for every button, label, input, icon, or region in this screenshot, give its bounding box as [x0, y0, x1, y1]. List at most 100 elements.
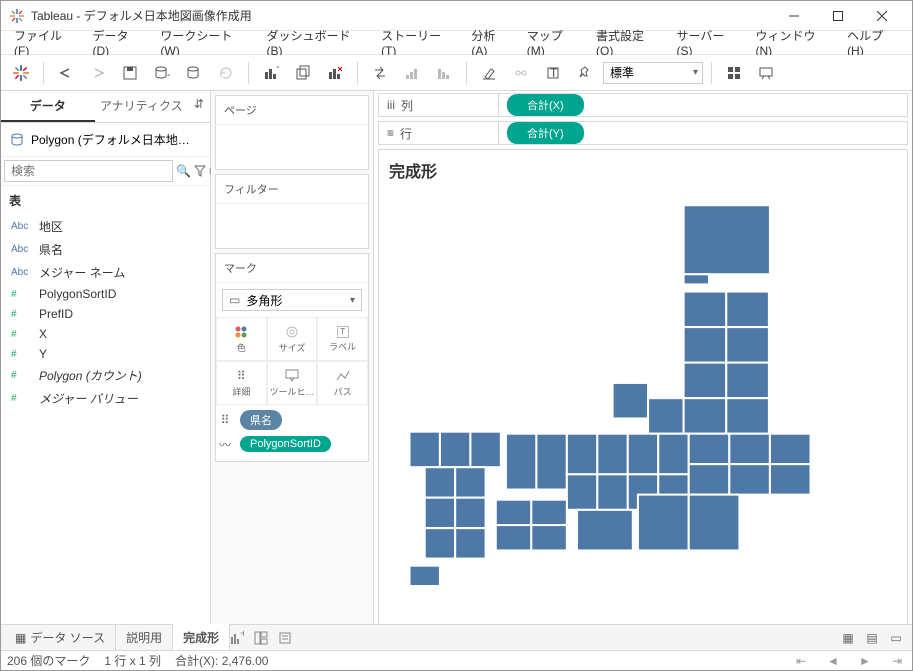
mark-size-button[interactable]: サイズ	[267, 317, 318, 361]
datasource-name: Polygon (デフォルメ日本地…	[31, 131, 190, 148]
status-dims: 1 行 x 1 列	[104, 652, 161, 669]
detail-icon: ⠿	[237, 369, 246, 383]
sheet-tabs: ▦データ ソース 説明用 完成形 + ▦ ▤ ▭	[1, 624, 912, 650]
measure-field[interactable]: #Polygon (カウント)	[5, 364, 206, 387]
tooltip-icon	[285, 369, 299, 383]
group-button[interactable]	[507, 59, 535, 87]
new-dashboard-tab[interactable]	[254, 631, 278, 645]
redo-button[interactable]	[84, 59, 112, 87]
visualization[interactable]: 完成形	[378, 149, 908, 624]
status-nav-last-icon[interactable]: ⇥	[888, 654, 906, 668]
color-icon	[234, 325, 248, 339]
measure-field[interactable]: #X	[5, 324, 206, 344]
path-icon	[336, 369, 350, 383]
show-sheets-icon[interactable]: ▤	[860, 631, 884, 645]
pane-options-icon[interactable]: ⇵	[188, 91, 210, 122]
pages-card[interactable]: ページ	[215, 95, 369, 170]
presentation-button[interactable]	[752, 59, 780, 87]
datasource-tab-icon: ▦	[15, 631, 26, 645]
status-sumx: 合計(X): 2,476.00	[175, 652, 268, 669]
menubar: ファイル(F) データ(D) ワークシート(W) ダッシュボード(B) ストーリ…	[1, 31, 912, 55]
pin-button[interactable]	[571, 59, 599, 87]
sort-asc-button[interactable]	[398, 59, 426, 87]
mark-detail-button[interactable]: ⠿詳細	[216, 361, 267, 405]
label-button[interactable]: T	[539, 59, 567, 87]
measure-field[interactable]: #メジャー バリュー	[5, 387, 206, 410]
search-input[interactable]	[4, 160, 173, 182]
tables-header: 表	[1, 186, 210, 215]
measure-field[interactable]: #PrefID	[5, 304, 206, 324]
fit-selector-label: 標準	[610, 64, 634, 81]
sort-desc-button[interactable]	[430, 59, 458, 87]
sheet-tab-active[interactable]: 完成形	[173, 624, 230, 651]
clear-sheet-button[interactable]	[321, 59, 349, 87]
mark-color-button[interactable]: 色	[216, 317, 267, 361]
show-filmstrip-icon[interactable]: ▦	[836, 631, 860, 645]
status-bar: 206 個のマーク 1 行 x 1 列 合計(X): 2,476.00 ⇤ ◄ …	[1, 650, 912, 670]
rows-label: 行	[400, 125, 412, 142]
columns-label: 列	[401, 97, 413, 114]
columns-icon: iii	[387, 98, 395, 112]
worksheet-area: iii 列 合計(X) ≡ 行 合計(Y) 完成形	[374, 91, 912, 624]
svg-text:+: +	[240, 631, 244, 640]
mark-path-button[interactable]: パス	[317, 361, 368, 405]
columns-pill[interactable]: 合計(X)	[507, 94, 584, 116]
mark-type-label: 多角形	[246, 292, 282, 309]
status-nav-first-icon[interactable]: ⇤	[792, 654, 810, 668]
show-tabs-icon[interactable]: ▭	[884, 631, 908, 645]
swap-button[interactable]	[366, 59, 394, 87]
refresh-button[interactable]	[212, 59, 240, 87]
tab-data[interactable]: データ	[1, 91, 95, 122]
detail-pill[interactable]: 県名	[240, 410, 282, 430]
filters-card[interactable]: フィルター	[215, 174, 369, 249]
datasource-icon	[9, 132, 25, 148]
show-me-button[interactable]	[720, 59, 748, 87]
filter-icon[interactable]	[194, 161, 206, 181]
filters-card-header: フィルター	[216, 175, 368, 204]
highlight-button[interactable]	[475, 59, 503, 87]
status-marks: 206 個のマーク	[7, 652, 90, 669]
measure-field[interactable]: #Y	[5, 344, 206, 364]
tableau-logo-button[interactable]	[7, 59, 35, 87]
sheet-tab[interactable]: 説明用	[116, 624, 173, 651]
marks-card-header: マーク	[216, 254, 368, 283]
search-icon[interactable]: 🔍	[176, 161, 191, 181]
rows-icon: ≡	[387, 126, 394, 140]
new-worksheet-tab[interactable]: +	[230, 631, 254, 645]
undo-button[interactable]	[52, 59, 80, 87]
svg-text:+: +	[276, 65, 279, 74]
cards-column: ページ フィルター マーク ▭ 多角形 色 サイズ Tラベル ⠿詳細 ツールヒ……	[211, 91, 374, 624]
mark-tooltip-button[interactable]: ツールヒ…	[267, 361, 318, 405]
rows-shelf[interactable]: ≡ 行 合計(Y)	[378, 121, 908, 145]
dimension-field[interactable]: Abc地区	[5, 215, 206, 238]
measure-field[interactable]: #PolygonSortID	[5, 284, 206, 304]
new-datasource-button[interactable]: +	[148, 59, 176, 87]
dimension-field[interactable]: Abcメジャー ネーム	[5, 261, 206, 284]
marks-card: マーク ▭ 多角形 色 サイズ Tラベル ⠿詳細 ツールヒ… パス ⠿県名 〰P…	[215, 253, 369, 462]
svg-text:+: +	[167, 68, 170, 81]
window-title: Tableau - デフォルメ日本地図画像作成用	[31, 7, 772, 24]
duplicate-sheet-button[interactable]	[289, 59, 317, 87]
data-pane: データ アナリティクス ⇵ Polygon (デフォルメ日本地… 🔍 ≡ ▾ 表…	[1, 91, 211, 624]
datasource-tab[interactable]: ▦データ ソース	[5, 624, 116, 651]
new-worksheet-button[interactable]: +	[257, 59, 285, 87]
save-button[interactable]	[116, 59, 144, 87]
pause-updates-button[interactable]	[180, 59, 208, 87]
columns-shelf[interactable]: iii 列 合計(X)	[378, 93, 908, 117]
viz-canvas[interactable]	[379, 190, 907, 624]
mark-label-button[interactable]: Tラベル	[317, 317, 368, 361]
fit-selector[interactable]: 標準	[603, 62, 703, 84]
dimension-field[interactable]: Abc県名	[5, 238, 206, 261]
datasource-row[interactable]: Polygon (デフォルメ日本地…	[1, 123, 210, 157]
tab-analytics[interactable]: アナリティクス	[95, 91, 189, 122]
polygon-icon: ▭	[229, 293, 240, 307]
status-nav-next-icon[interactable]: ►	[856, 654, 874, 668]
rows-pill[interactable]: 合計(Y)	[507, 122, 584, 144]
field-list: Abc地区 Abc県名 Abcメジャー ネーム #PolygonSortID #…	[1, 215, 210, 410]
mark-type-selector[interactable]: ▭ 多角形	[222, 289, 362, 311]
viz-title[interactable]: 完成形	[379, 150, 907, 190]
status-nav-prev-icon[interactable]: ◄	[824, 654, 842, 668]
label-icon: T	[337, 326, 349, 338]
path-pill[interactable]: PolygonSortID	[240, 436, 331, 452]
new-story-tab[interactable]	[278, 631, 302, 645]
